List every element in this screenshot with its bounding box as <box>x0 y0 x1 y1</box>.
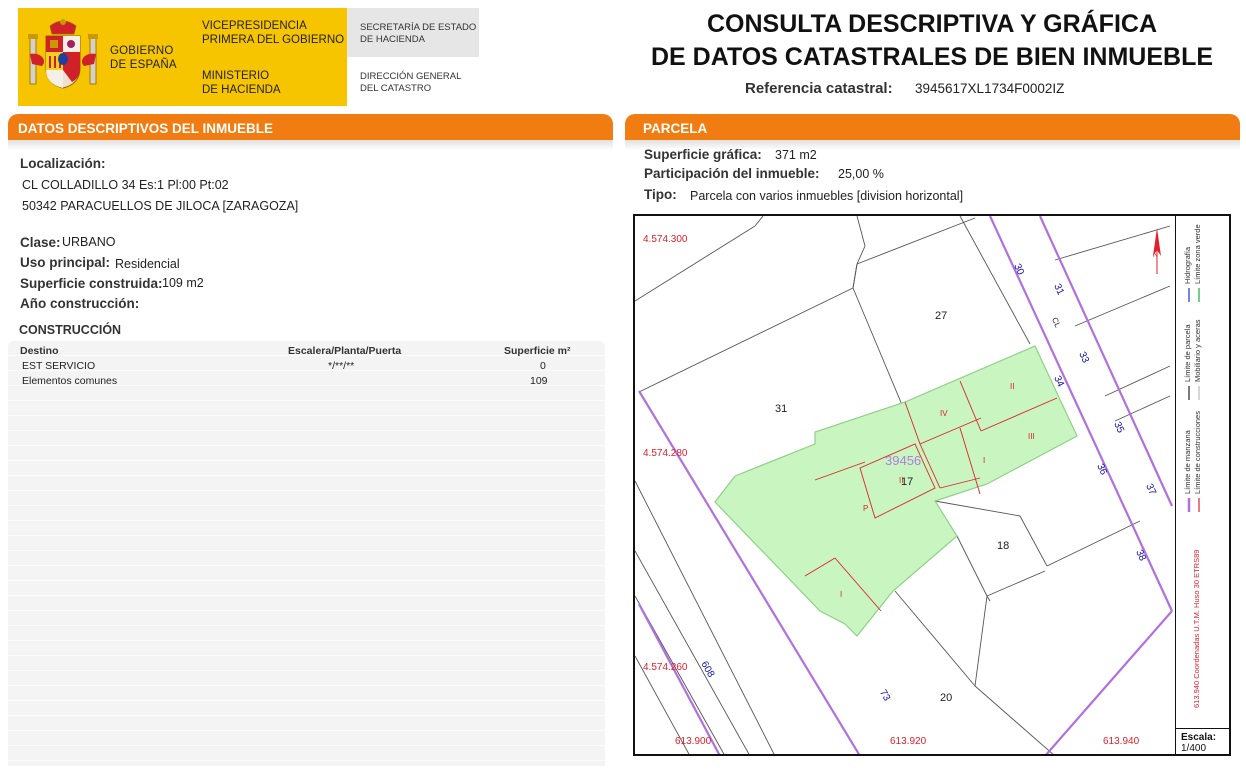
legend-item-hidrografia: Hidrografía <box>1183 246 1192 284</box>
y-coord-3: 4.574.260 <box>643 662 688 673</box>
legend-item-construcciones: Límite de construcciones <box>1193 411 1202 494</box>
secretaria-line-1: SECRETARÍA DE ESTADO <box>360 22 477 33</box>
building-label: P <box>863 504 869 513</box>
north-label: N <box>1153 252 1159 259</box>
title-line-2: DE DATOS CATASTRALES DE BIEN INMUEBLE <box>650 43 1214 71</box>
tipo-value: Parcela con varios inmuebles [division h… <box>690 189 964 203</box>
construccion-title: CONSTRUCCIÓN <box>19 323 122 337</box>
x-coord-2: 613.920 <box>890 736 927 747</box>
ministerio-line-2: DE HACIENDA <box>202 84 281 96</box>
localizacion-line-1: CL COLLADILLO 34 Es:1 Pl:00 Pt:02 <box>22 178 229 192</box>
vicepresidencia-line-1: VICEPRESIDENCIA <box>202 20 307 32</box>
legend-item-zona-verde: Límite zona verde <box>1193 224 1202 284</box>
direccion-line-2: DEL CATASTRO <box>360 83 432 94</box>
col-header-destino: Destino <box>20 345 59 357</box>
scale-box: Escala: 1/400 <box>1175 728 1229 754</box>
cadastral-map[interactable]: 4.574.300 4.574.280 4.574.260 613.900 61… <box>633 214 1231 756</box>
col-header-escalera: Escalera/Planta/Puerta <box>288 345 402 357</box>
cell-destino: EST SERVICIO <box>22 360 96 372</box>
superficie-grafica-value: 371 m2 <box>775 148 817 162</box>
uso-principal-label: Uso principal: <box>20 255 111 270</box>
section-shadow-left <box>8 140 613 150</box>
parcel-number: 31 <box>775 403 788 415</box>
gobierno-line-1: GOBIERNO <box>110 45 174 57</box>
legend-coords-note: 613.940 Coordenadas U.T.M. Huso 30 ETRS8… <box>1192 549 1201 708</box>
scale-label: Escala: <box>1181 732 1217 743</box>
title-line-1: CONSULTA DESCRIPTIVA Y GRÁFICA <box>706 10 1158 38</box>
datos-descriptivos-header: DATOS DESCRIPTIVOS DEL INMUEBLE <box>8 114 613 140</box>
coat-of-arms-icon <box>28 19 98 89</box>
ref-catastral-value: 3945617XL1734F0002IZ <box>915 81 1065 96</box>
col-header-superficie: Superficie m² <box>504 345 571 357</box>
cell-planta: */**/** <box>328 360 355 372</box>
superficie-grafica-label: Superficie gráfica: <box>644 147 762 162</box>
participacion-value: 25,00 % <box>838 167 884 181</box>
cell-superficie: 109 <box>530 375 548 387</box>
direccion-block: DIRECCIÓN GENERAL DEL CATASTRO <box>360 71 461 95</box>
ref-label-on-map: 39456 <box>885 453 922 468</box>
x-coord-3: 613.940 <box>1103 736 1140 747</box>
building-label: III <box>1028 432 1035 441</box>
gobierno-line-2: DE ESPAÑA <box>110 59 177 71</box>
ministerio-line-1: MINISTERIO <box>202 70 270 82</box>
tipo-label: Tipo: <box>644 187 677 202</box>
parcela-header: PARCELA <box>625 114 1240 140</box>
page-title: CONSULTA DESCRIPTIVA Y GRÁFICA DE DATOS … <box>620 8 1244 74</box>
scale-value: 1/400 <box>1181 743 1207 754</box>
y-coord-1: 4.574.300 <box>643 234 688 245</box>
gobierno-logo: GOBIERNO DE ESPAÑA <box>18 8 188 106</box>
parcel-number: 20 <box>940 692 953 704</box>
secretaria-line-2: DE HACIENDA <box>360 34 425 45</box>
legend-item-mobiliario: Mobiliario y aceras <box>1193 319 1202 382</box>
anio-construccion-label: Año construcción: <box>20 296 140 311</box>
cell-superficie: 0 <box>540 360 546 372</box>
uso-principal-value: Residencial <box>115 257 180 271</box>
building-label: IV <box>940 409 948 418</box>
parcel-number: 18 <box>997 540 1010 552</box>
ref-catastral-label: Referencia catastral: <box>745 80 893 97</box>
building-label: II <box>1010 382 1015 391</box>
superficie-construida-label: Superficie construida: <box>20 276 163 291</box>
building-label: I <box>983 456 986 465</box>
legend-item-parcela: Límite de parcela <box>1183 324 1192 382</box>
direccion-line-1: DIRECCIÓN GENERAL <box>360 71 462 82</box>
secretaria-block: SECRETARÍA DE ESTADO DE HACIENDA <box>347 8 479 57</box>
clase-value: URBANO <box>62 235 116 249</box>
x-coord-1: 613.900 <box>675 736 712 747</box>
superficie-construida-value: 109 m2 <box>162 276 204 290</box>
building-label: II <box>899 476 904 485</box>
y-coord-2: 4.574.280 <box>643 448 688 459</box>
localizacion-label: Localización: <box>20 156 106 171</box>
construccion-table: Destino Escalera/Planta/Puerta Superfici… <box>8 341 605 766</box>
legend-item-manzana: Límite de manzana <box>1183 430 1192 494</box>
vicepresidencia-line-2: PRIMERA DEL GOBIERNO <box>202 34 345 46</box>
parcel-number: 27 <box>935 310 948 322</box>
building-label: I <box>840 590 843 599</box>
participacion-label: Participación del inmueble: <box>644 166 820 181</box>
ministerio-logo: VICEPRESIDENCIA PRIMERA DEL GOBIERNO MIN… <box>188 8 347 106</box>
map-legend: Límite de manzana Límite de construccion… <box>1175 216 1229 728</box>
localizacion-line-2: 50342 PARACUELLOS DE JILOCA [ZARAGOZA] <box>22 199 299 213</box>
clase-label: Clase: <box>20 235 61 250</box>
cell-destino: Elementos comunes <box>22 375 118 387</box>
